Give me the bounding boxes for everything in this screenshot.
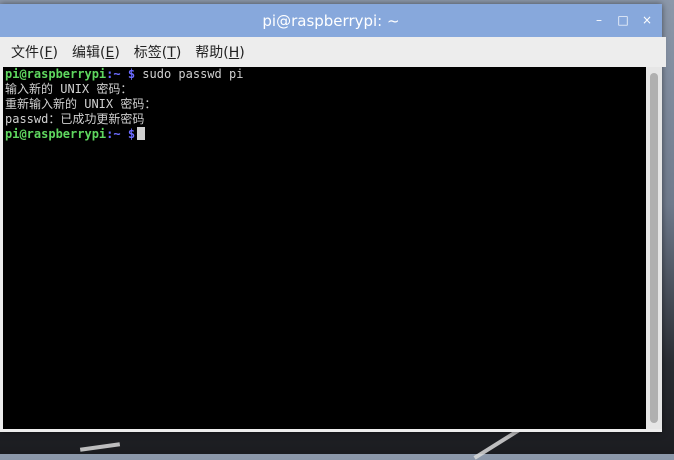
menu-help-suffix: ) xyxy=(239,45,245,61)
road-marking xyxy=(79,442,121,452)
command-text: sudo passwd pi xyxy=(135,67,244,81)
prompt-user: pi@raspberrypi xyxy=(5,67,107,81)
menu-tabs-accel: T xyxy=(167,45,176,61)
menu-tabs-label: 标签( xyxy=(133,45,168,61)
minimize-button[interactable]: – xyxy=(592,13,606,27)
terminal-window: pi@raspberrypi: ~ – □ × 文件(F) 编辑(E) 标签(T… xyxy=(0,4,666,432)
vertical-scrollbar[interactable] xyxy=(646,67,662,429)
menu-file-label: 文件( xyxy=(11,45,45,61)
prompt-path: :~ xyxy=(106,127,121,141)
menu-edit[interactable]: 编辑(E) xyxy=(65,42,127,62)
prompt-sign: $ xyxy=(120,67,136,81)
menu-file[interactable]: 文件(F) xyxy=(4,42,65,62)
menu-tabs-suffix: ) xyxy=(175,45,182,61)
menu-edit-accel: E xyxy=(105,45,115,61)
window-controls: – □ × xyxy=(592,13,654,27)
scrollbar-thumb[interactable] xyxy=(650,73,658,423)
terminal-line: pi@raspberrypi:~ $ xyxy=(3,127,646,142)
terminal-line: 重新输入新的 UNIX 密码： xyxy=(5,97,157,111)
terminal-line: 输入新的 UNIX 密码： xyxy=(5,82,133,96)
text-cursor xyxy=(137,127,146,140)
prompt-path: :~ xyxy=(106,67,121,81)
terminal-output[interactable]: pi@raspberrypi:~ $ sudo passwd pi 输入新的 U… xyxy=(3,67,646,429)
menu-help[interactable]: 帮助(H) xyxy=(188,42,251,62)
menu-help-accel: H xyxy=(228,45,240,61)
titlebar[interactable]: pi@raspberrypi: ~ – □ × xyxy=(0,4,662,37)
menu-edit-suffix: ) xyxy=(114,45,120,61)
prompt-user: pi@raspberrypi xyxy=(5,127,107,141)
prompt-sign: $ xyxy=(120,127,136,141)
terminal-line: pi@raspberrypi:~ $ sudo passwd pi xyxy=(3,67,646,82)
menu-edit-label: 编辑( xyxy=(72,45,106,61)
terminal-line: passwd：已成功更新密码 xyxy=(5,112,145,126)
close-button[interactable]: × xyxy=(640,13,654,27)
menu-help-label: 帮助( xyxy=(195,45,229,61)
menu-tabs[interactable]: 标签(T) xyxy=(127,42,189,62)
menubar: 文件(F) 编辑(E) 标签(T) 帮助(H) xyxy=(0,37,666,67)
menu-file-suffix: ) xyxy=(52,45,58,61)
window-title: pi@raspberrypi: ~ xyxy=(262,12,400,30)
maximize-button[interactable]: □ xyxy=(616,13,630,27)
menu-file-accel: F xyxy=(44,45,53,61)
